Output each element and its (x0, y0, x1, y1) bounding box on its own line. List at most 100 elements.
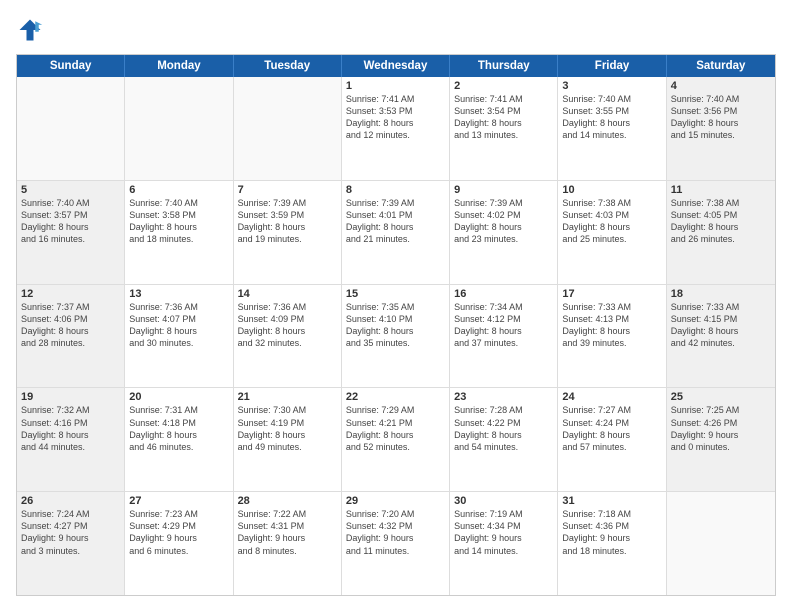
cell-info: Sunrise: 7:39 AM Sunset: 4:02 PM Dayligh… (454, 197, 553, 246)
day-number: 16 (454, 288, 553, 300)
calendar-cell-r0c6: 4Sunrise: 7:40 AM Sunset: 3:56 PM Daylig… (667, 77, 775, 180)
cell-info: Sunrise: 7:39 AM Sunset: 3:59 PM Dayligh… (238, 197, 337, 246)
cell-info: Sunrise: 7:33 AM Sunset: 4:13 PM Dayligh… (562, 301, 661, 350)
calendar-cell-r1c3: 8Sunrise: 7:39 AM Sunset: 4:01 PM Daylig… (342, 181, 450, 284)
cell-info: Sunrise: 7:22 AM Sunset: 4:31 PM Dayligh… (238, 508, 337, 557)
day-number: 15 (346, 288, 445, 300)
day-number: 5 (21, 184, 120, 196)
calendar-cell-r0c3: 1Sunrise: 7:41 AM Sunset: 3:53 PM Daylig… (342, 77, 450, 180)
cell-info: Sunrise: 7:20 AM Sunset: 4:32 PM Dayligh… (346, 508, 445, 557)
day-number: 6 (129, 184, 228, 196)
cell-info: Sunrise: 7:38 AM Sunset: 4:05 PM Dayligh… (671, 197, 771, 246)
calendar-cell-r1c6: 11Sunrise: 7:38 AM Sunset: 4:05 PM Dayli… (667, 181, 775, 284)
calendar-header: SundayMondayTuesdayWednesdayThursdayFrid… (17, 55, 775, 77)
header-day-sunday: Sunday (17, 55, 125, 77)
calendar-cell-r4c3: 29Sunrise: 7:20 AM Sunset: 4:32 PM Dayli… (342, 492, 450, 595)
day-number: 17 (562, 288, 661, 300)
day-number: 21 (238, 391, 337, 403)
calendar-cell-r2c2: 14Sunrise: 7:36 AM Sunset: 4:09 PM Dayli… (234, 285, 342, 388)
cell-info: Sunrise: 7:24 AM Sunset: 4:27 PM Dayligh… (21, 508, 120, 557)
calendar-cell-r4c1: 27Sunrise: 7:23 AM Sunset: 4:29 PM Dayli… (125, 492, 233, 595)
calendar-cell-r3c6: 25Sunrise: 7:25 AM Sunset: 4:26 PM Dayli… (667, 388, 775, 491)
day-number: 22 (346, 391, 445, 403)
calendar-row-2: 12Sunrise: 7:37 AM Sunset: 4:06 PM Dayli… (17, 285, 775, 389)
cell-info: Sunrise: 7:31 AM Sunset: 4:18 PM Dayligh… (129, 404, 228, 453)
calendar-cell-r2c3: 15Sunrise: 7:35 AM Sunset: 4:10 PM Dayli… (342, 285, 450, 388)
calendar-cell-r1c1: 6Sunrise: 7:40 AM Sunset: 3:58 PM Daylig… (125, 181, 233, 284)
cell-info: Sunrise: 7:40 AM Sunset: 3:55 PM Dayligh… (562, 93, 661, 142)
calendar-cell-r0c1 (125, 77, 233, 180)
header-day-friday: Friday (558, 55, 666, 77)
calendar-cell-r2c6: 18Sunrise: 7:33 AM Sunset: 4:15 PM Dayli… (667, 285, 775, 388)
cell-info: Sunrise: 7:18 AM Sunset: 4:36 PM Dayligh… (562, 508, 661, 557)
day-number: 13 (129, 288, 228, 300)
calendar-cell-r3c2: 21Sunrise: 7:30 AM Sunset: 4:19 PM Dayli… (234, 388, 342, 491)
page: SundayMondayTuesdayWednesdayThursdayFrid… (0, 0, 792, 612)
calendar-cell-r4c0: 26Sunrise: 7:24 AM Sunset: 4:27 PM Dayli… (17, 492, 125, 595)
cell-info: Sunrise: 7:37 AM Sunset: 4:06 PM Dayligh… (21, 301, 120, 350)
calendar-cell-r2c1: 13Sunrise: 7:36 AM Sunset: 4:07 PM Dayli… (125, 285, 233, 388)
day-number: 10 (562, 184, 661, 196)
calendar-cell-r3c0: 19Sunrise: 7:32 AM Sunset: 4:16 PM Dayli… (17, 388, 125, 491)
cell-info: Sunrise: 7:28 AM Sunset: 4:22 PM Dayligh… (454, 404, 553, 453)
calendar-cell-r1c4: 9Sunrise: 7:39 AM Sunset: 4:02 PM Daylig… (450, 181, 558, 284)
day-number: 20 (129, 391, 228, 403)
day-number: 31 (562, 495, 661, 507)
calendar-body: 1Sunrise: 7:41 AM Sunset: 3:53 PM Daylig… (17, 77, 775, 595)
day-number: 1 (346, 80, 445, 92)
logo (16, 16, 48, 44)
calendar-cell-r0c4: 2Sunrise: 7:41 AM Sunset: 3:54 PM Daylig… (450, 77, 558, 180)
calendar-cell-r0c0 (17, 77, 125, 180)
cell-info: Sunrise: 7:29 AM Sunset: 4:21 PM Dayligh… (346, 404, 445, 453)
calendar-row-1: 5Sunrise: 7:40 AM Sunset: 3:57 PM Daylig… (17, 181, 775, 285)
day-number: 4 (671, 80, 771, 92)
day-number: 27 (129, 495, 228, 507)
cell-info: Sunrise: 7:41 AM Sunset: 3:54 PM Dayligh… (454, 93, 553, 142)
day-number: 11 (671, 184, 771, 196)
calendar-cell-r3c3: 22Sunrise: 7:29 AM Sunset: 4:21 PM Dayli… (342, 388, 450, 491)
day-number: 7 (238, 184, 337, 196)
cell-info: Sunrise: 7:30 AM Sunset: 4:19 PM Dayligh… (238, 404, 337, 453)
day-number: 28 (238, 495, 337, 507)
day-number: 9 (454, 184, 553, 196)
day-number: 24 (562, 391, 661, 403)
cell-info: Sunrise: 7:38 AM Sunset: 4:03 PM Dayligh… (562, 197, 661, 246)
day-number: 18 (671, 288, 771, 300)
calendar-cell-r3c4: 23Sunrise: 7:28 AM Sunset: 4:22 PM Dayli… (450, 388, 558, 491)
header-day-saturday: Saturday (667, 55, 775, 77)
calendar-cell-r2c0: 12Sunrise: 7:37 AM Sunset: 4:06 PM Dayli… (17, 285, 125, 388)
header-day-wednesday: Wednesday (342, 55, 450, 77)
day-number: 23 (454, 391, 553, 403)
header-day-tuesday: Tuesday (234, 55, 342, 77)
calendar-cell-r2c5: 17Sunrise: 7:33 AM Sunset: 4:13 PM Dayli… (558, 285, 666, 388)
header-day-monday: Monday (125, 55, 233, 77)
day-number: 30 (454, 495, 553, 507)
cell-info: Sunrise: 7:39 AM Sunset: 4:01 PM Dayligh… (346, 197, 445, 246)
calendar-cell-r1c5: 10Sunrise: 7:38 AM Sunset: 4:03 PM Dayli… (558, 181, 666, 284)
day-number: 25 (671, 391, 771, 403)
cell-info: Sunrise: 7:23 AM Sunset: 4:29 PM Dayligh… (129, 508, 228, 557)
cell-info: Sunrise: 7:32 AM Sunset: 4:16 PM Dayligh… (21, 404, 120, 453)
calendar: SundayMondayTuesdayWednesdayThursdayFrid… (16, 54, 776, 596)
calendar-row-4: 26Sunrise: 7:24 AM Sunset: 4:27 PM Dayli… (17, 492, 775, 595)
cell-info: Sunrise: 7:40 AM Sunset: 3:57 PM Dayligh… (21, 197, 120, 246)
calendar-cell-r4c4: 30Sunrise: 7:19 AM Sunset: 4:34 PM Dayli… (450, 492, 558, 595)
cell-info: Sunrise: 7:27 AM Sunset: 4:24 PM Dayligh… (562, 404, 661, 453)
calendar-cell-r3c1: 20Sunrise: 7:31 AM Sunset: 4:18 PM Dayli… (125, 388, 233, 491)
day-number: 2 (454, 80, 553, 92)
header (16, 16, 776, 44)
cell-info: Sunrise: 7:36 AM Sunset: 4:07 PM Dayligh… (129, 301, 228, 350)
cell-info: Sunrise: 7:19 AM Sunset: 4:34 PM Dayligh… (454, 508, 553, 557)
cell-info: Sunrise: 7:36 AM Sunset: 4:09 PM Dayligh… (238, 301, 337, 350)
cell-info: Sunrise: 7:41 AM Sunset: 3:53 PM Dayligh… (346, 93, 445, 142)
calendar-cell-r2c4: 16Sunrise: 7:34 AM Sunset: 4:12 PM Dayli… (450, 285, 558, 388)
calendar-row-0: 1Sunrise: 7:41 AM Sunset: 3:53 PM Daylig… (17, 77, 775, 181)
calendar-row-3: 19Sunrise: 7:32 AM Sunset: 4:16 PM Dayli… (17, 388, 775, 492)
cell-info: Sunrise: 7:35 AM Sunset: 4:10 PM Dayligh… (346, 301, 445, 350)
header-day-thursday: Thursday (450, 55, 558, 77)
calendar-cell-r4c6 (667, 492, 775, 595)
calendar-cell-r0c5: 3Sunrise: 7:40 AM Sunset: 3:55 PM Daylig… (558, 77, 666, 180)
day-number: 8 (346, 184, 445, 196)
cell-info: Sunrise: 7:25 AM Sunset: 4:26 PM Dayligh… (671, 404, 771, 453)
day-number: 14 (238, 288, 337, 300)
